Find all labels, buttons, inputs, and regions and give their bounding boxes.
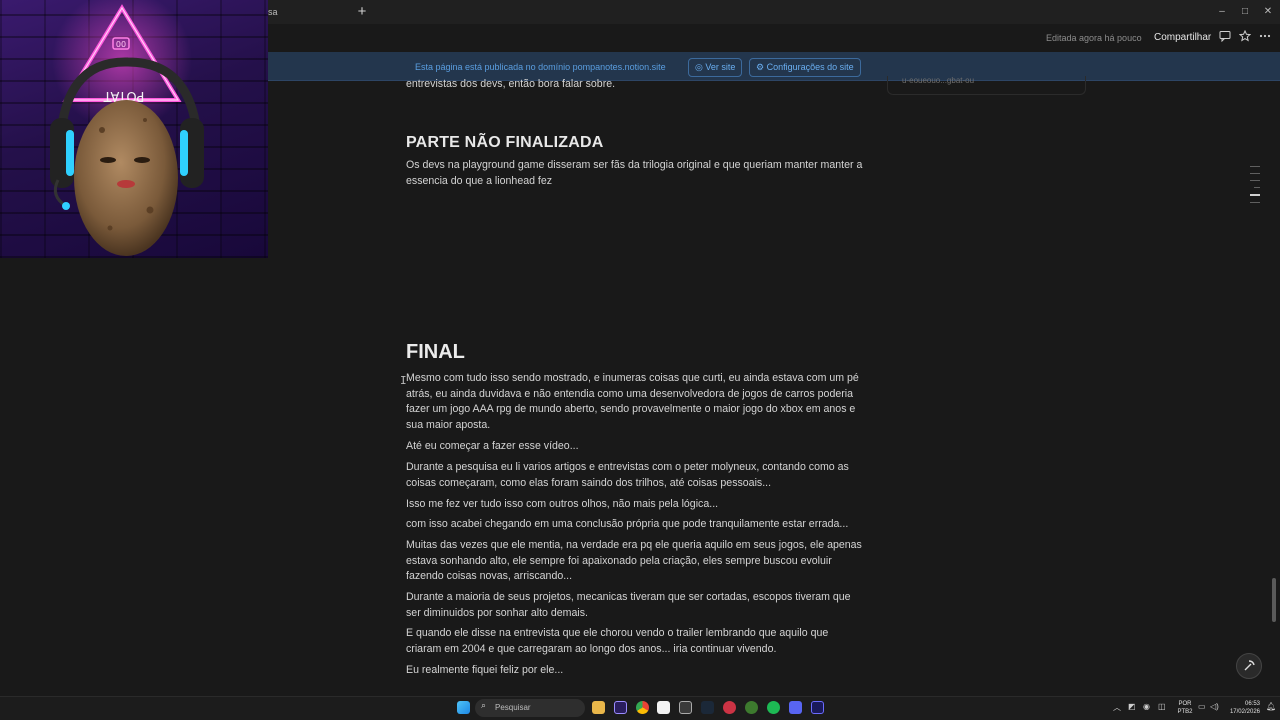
- audition-icon[interactable]: [811, 701, 824, 714]
- language-indicator[interactable]: POR PTB2: [1176, 700, 1194, 716]
- help-button[interactable]: [1236, 653, 1262, 679]
- comments-panel-text: u-eoueouo...gbat-ou: [902, 76, 975, 85]
- view-site-label: Ver site: [705, 62, 736, 72]
- toc-indicator[interactable]: [1250, 166, 1260, 167]
- taskbar-search[interactable]: Pesquisar: [475, 699, 585, 717]
- site-settings-button[interactable]: ⚙ Configurações do site: [749, 58, 861, 77]
- paragraph-final-1: Mesmo com tudo isso sendo mostrado, e in…: [406, 372, 859, 431]
- paragraph-final-3: Durante a pesquisa eu li varios artigos …: [406, 461, 849, 489]
- close-window-button[interactable]: ✕: [1257, 0, 1279, 24]
- app-icon[interactable]: [723, 701, 736, 714]
- paragraph-final-9: Eu realmente fiquei feliz por ele...: [406, 664, 564, 676]
- share-button[interactable]: Compartilhar: [1154, 32, 1211, 43]
- language-code: POR: [1178, 701, 1192, 707]
- steam-tray-icon[interactable]: ◉: [1143, 702, 1150, 711]
- browser-tab[interactable]: sa: [268, 0, 278, 24]
- page-scrollbar[interactable]: [1272, 578, 1276, 622]
- toc-indicator[interactable]: [1250, 173, 1260, 174]
- paragraph-final-8: E quando ele disse na entrevista que ele…: [406, 627, 829, 655]
- gear-icon: ⚙: [756, 62, 767, 72]
- search-icon: ⌕: [481, 700, 487, 710]
- comments-icon[interactable]: [1217, 30, 1233, 46]
- toc-indicator[interactable]: [1250, 202, 1260, 203]
- edited-status: Editada agora há pouco: [1046, 33, 1142, 43]
- paragraph-final-5: com isso acabei chegando em uma conclusã…: [406, 518, 849, 530]
- minimize-button[interactable]: –: [1211, 0, 1233, 24]
- toc-indicator[interactable]: [1254, 187, 1260, 188]
- spotify-icon[interactable]: [767, 701, 780, 714]
- maximize-button[interactable]: □: [1234, 0, 1256, 24]
- pick-icon: [1244, 660, 1255, 671]
- app-icon[interactable]: [745, 701, 758, 714]
- notification-icon[interactable]: 🔔︎: [1266, 702, 1276, 711]
- start-button-icon[interactable]: [457, 701, 470, 714]
- site-settings-label: Configurações do site: [766, 62, 854, 72]
- paragraph-final-2: Até eu começar a fazer esse vídeo...: [406, 440, 579, 452]
- paragraph-final-7: Durante a maioria de seus projetos, meca…: [406, 591, 851, 619]
- notion-icon[interactable]: [657, 701, 670, 714]
- file-explorer-icon[interactable]: [592, 701, 605, 714]
- tray-chevron-icon[interactable]: ︿: [1113, 702, 1121, 713]
- clock-date: 17/02/2026: [1229, 709, 1260, 715]
- app-icon[interactable]: [679, 701, 692, 714]
- streamer-avatar: 00 POTAT: [50, 0, 204, 256]
- paragraph-partial: Os devs na playground game disseram ser …: [406, 159, 863, 187]
- clock-time: 06:53: [1244, 701, 1260, 707]
- steam-icon[interactable]: [701, 701, 714, 714]
- view-site-button[interactable]: ◎ Ver site: [688, 58, 743, 77]
- favorite-star-icon[interactable]: [1237, 29, 1253, 46]
- discord-icon[interactable]: [789, 701, 802, 714]
- premiere-icon[interactable]: [614, 701, 627, 714]
- paragraph-final-4: Isso me fez ver tudo isso com outros olh…: [406, 498, 719, 510]
- publish-banner-text: Esta página está publicada no domínio po…: [415, 62, 666, 72]
- new-tab-button[interactable]: +: [353, 3, 371, 21]
- chrome-icon[interactable]: [636, 701, 649, 714]
- webcam-overlay: 00 POTAT: [0, 0, 268, 258]
- paragraph-final-6: Muitas das vezes que ele mentia, na verd…: [406, 539, 862, 583]
- keyboard-layout: PTB2: [1177, 709, 1193, 715]
- toc-indicator[interactable]: [1250, 180, 1260, 181]
- neon-sign-top: 00: [116, 40, 126, 49]
- volume-icon[interactable]: ◁): [1210, 702, 1219, 711]
- tray-app-icon[interactable]: ◩: [1128, 702, 1136, 711]
- heading-final: FINAL: [406, 341, 465, 363]
- paragraph-intro-tail: entrevistas dos devs, então bora falar s…: [406, 78, 616, 90]
- system-clock[interactable]: 06:53 17/02/2026: [1226, 700, 1260, 716]
- toc-indicator-active[interactable]: [1250, 194, 1260, 196]
- more-options-icon[interactable]: [1257, 30, 1273, 46]
- tray-app-icon[interactable]: ◫: [1158, 702, 1166, 711]
- heading-partial: PARTE NÃO FINALIZADA: [406, 134, 604, 151]
- globe-icon: ◎: [695, 62, 706, 72]
- network-icon[interactable]: ▭: [1198, 702, 1206, 711]
